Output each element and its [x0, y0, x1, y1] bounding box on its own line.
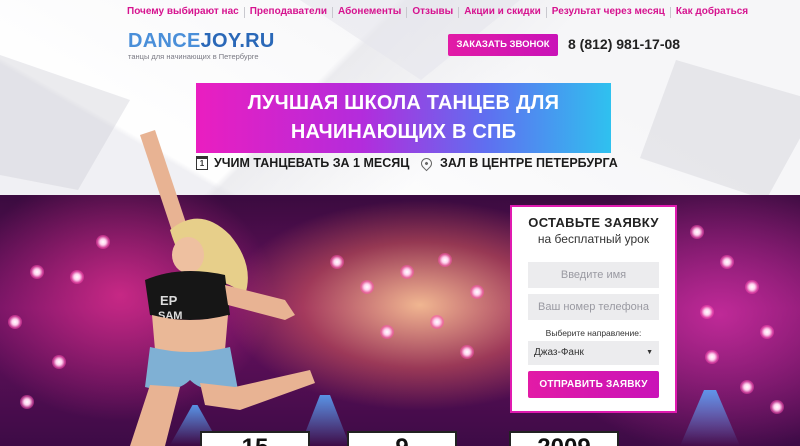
stage-light — [8, 315, 22, 329]
stage-light — [52, 355, 66, 369]
stage-light — [460, 345, 474, 359]
stage-light — [470, 285, 484, 299]
phone-number[interactable]: 8 (812) 981-17-08 — [568, 36, 680, 52]
submit-button[interactable]: ОТПРАВИТЬ ЗАЯВКУ — [528, 371, 659, 398]
logo[interactable]: DANCEJOY.RU танцы для начинающих в Петер… — [128, 31, 275, 61]
form-subtitle: на бесплатный урок — [537, 232, 650, 246]
nav-item-results[interactable]: Результат через месяц — [547, 5, 670, 19]
direction-label: Выберите направление: — [545, 328, 642, 338]
direction-selected-value: Джаз-Фанк — [534, 347, 584, 358]
stage-light — [30, 265, 44, 279]
feature-location: ЗАЛ В ЦЕНТРЕ ПЕТЕРБУРГА — [418, 155, 618, 171]
stage-light — [70, 270, 84, 284]
nav-item-reviews[interactable]: Отзывы — [407, 5, 458, 19]
stage-light — [720, 255, 734, 269]
nav-item-directions[interactable]: Как добраться — [671, 5, 753, 19]
phone-input[interactable] — [528, 294, 659, 320]
name-input[interactable] — [528, 262, 659, 288]
nav-item-promotions[interactable]: Акции и скидки — [459, 5, 546, 19]
logo-tagline: танцы для начинающих в Петербурге — [128, 52, 259, 61]
stage-beam — [680, 390, 740, 446]
headline-line-1: ЛУЧШАЯ ШКОЛА ТАНЦЕВ ДЛЯ — [247, 92, 560, 114]
stage-light — [20, 395, 34, 409]
nav-item-why-us[interactable]: Почему выбирают нас — [122, 5, 244, 19]
logo-part-dance: DANCE — [128, 30, 201, 52]
stat-card: 9 — [347, 431, 457, 446]
stage-light — [760, 325, 774, 339]
stage-light — [745, 280, 759, 294]
location-pin-icon — [418, 155, 435, 171]
stage-light — [430, 315, 444, 329]
logo-part-joy: JOY.RU — [200, 30, 275, 52]
stage-light — [400, 265, 414, 279]
top-nav: Почему выбирают нас Преподаватели Абонем… — [122, 5, 753, 19]
decorative-polygon — [640, 60, 800, 195]
stage-light — [770, 400, 784, 414]
stage-light — [96, 235, 110, 249]
stage-light — [690, 225, 704, 239]
stage-light — [438, 253, 452, 267]
stat-card: 15 — [200, 431, 310, 446]
stage-light — [700, 305, 714, 319]
nav-item-subscriptions[interactable]: Абонементы — [333, 5, 406, 19]
nav-item-teachers[interactable]: Преподаватели — [245, 5, 332, 19]
stage-light — [705, 350, 719, 364]
stage-light — [740, 380, 754, 394]
stat-card: 2009 — [509, 431, 619, 446]
logo-text: DANCEJOY.RU — [128, 31, 275, 51]
svg-text:EP: EP — [160, 293, 178, 308]
direction-select[interactable]: Джаз-Фанк ▼ — [528, 341, 659, 365]
stage-light — [360, 280, 374, 294]
dancer-image: EP SAM — [130, 130, 315, 446]
stage-light — [380, 325, 394, 339]
order-call-button[interactable]: ЗАКАЗАТЬ ЗВОНОК — [448, 34, 558, 56]
feature-location-text: ЗАЛ В ЦЕНТРЕ ПЕТЕРБУРГА — [440, 156, 618, 170]
chevron-down-icon: ▼ — [646, 349, 653, 356]
lead-form: ОСТАВЬТЕ ЗАЯВКУ на бесплатный урок Выбер… — [510, 205, 677, 413]
form-title: ОСТАВЬТЕ ЗАЯВКУ — [528, 215, 659, 230]
